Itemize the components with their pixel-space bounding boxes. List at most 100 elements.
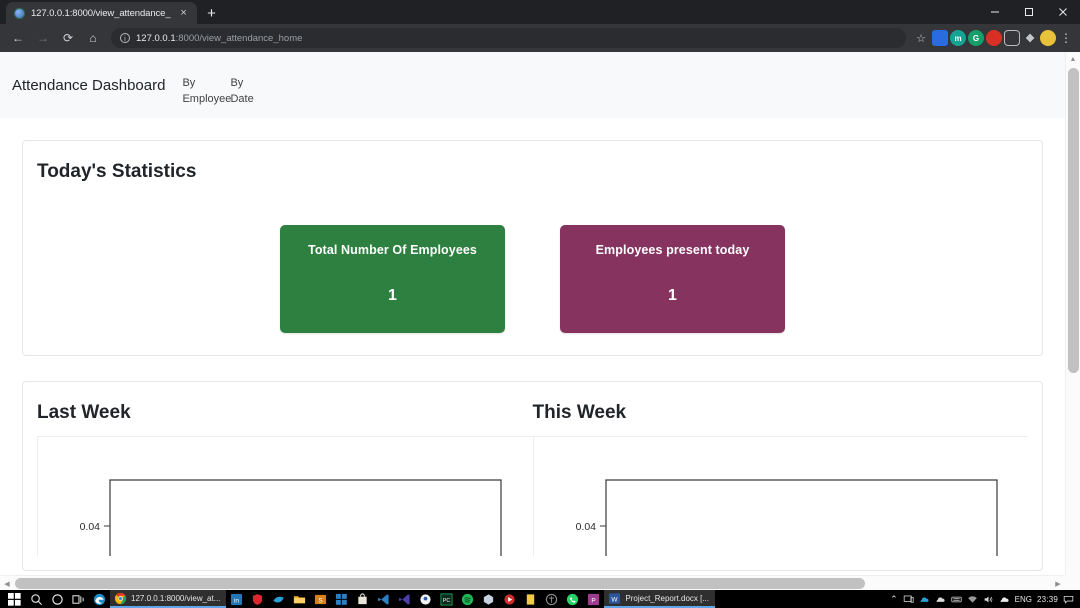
- close-icon[interactable]: ×: [177, 7, 191, 19]
- bag-app-icon[interactable]: [352, 590, 373, 608]
- stat-card-present-today[interactable]: Employees present today 1: [560, 225, 785, 333]
- tray-language[interactable]: ENG: [1015, 595, 1032, 604]
- svg-text:W: W: [612, 596, 619, 603]
- last-week-ytick-0.04: 0.04: [80, 521, 101, 533]
- shield-extension-icon[interactable]: [1004, 30, 1020, 46]
- taskbar-active-task-label: 127.0.0.1:8000/view_at...: [131, 594, 220, 603]
- mail-app-icon[interactable]: [268, 590, 289, 608]
- stat-card-total-employees[interactable]: Total Number Of Employees 1: [280, 225, 505, 333]
- last-week-heading: Last Week: [37, 382, 533, 436]
- grammarly-extension-icon[interactable]: G: [968, 30, 984, 46]
- browser-menu-icon[interactable]: ⋮: [1058, 31, 1074, 45]
- maximize-icon[interactable]: [1012, 0, 1046, 24]
- whatsapp-app-icon[interactable]: [562, 590, 583, 608]
- statistics-heading: Today's Statistics: [23, 141, 1042, 183]
- chrome-icon: [114, 592, 127, 605]
- svg-text:in: in: [234, 597, 239, 604]
- back-icon[interactable]: ←: [6, 26, 30, 50]
- nav-link-by-employee-line2: Employee: [182, 93, 231, 105]
- horizontal-scrollbar[interactable]: ◀ ▶: [0, 575, 1065, 590]
- stat-card-present-today-title: Employees present today: [596, 243, 750, 257]
- home-icon[interactable]: ⌂: [81, 26, 105, 50]
- new-tab-button[interactable]: +: [199, 2, 225, 24]
- record-app-icon[interactable]: [499, 590, 520, 608]
- site-navbar: Attendance Dashboard By Employee By Date: [0, 52, 1065, 118]
- linkedin-app-icon[interactable]: in: [226, 590, 247, 608]
- this-week-chart[interactable]: 0.04: [533, 436, 1029, 556]
- system-tray: ⌃ ENG 23:39: [890, 594, 1078, 605]
- page-title[interactable]: Attendance Dashboard: [12, 77, 165, 94]
- reload-icon[interactable]: ⟳: [56, 26, 80, 50]
- web-page: Attendance Dashboard By Employee By Date…: [0, 52, 1065, 578]
- store-app-icon[interactable]: [331, 590, 352, 608]
- browser-toolbar: ← → ⟳ ⌂ i 127.0.0.1:8000/view_attendance…: [0, 24, 1080, 52]
- puzzle-extension-icon[interactable]: ❖: [1022, 30, 1038, 46]
- nav-link-by-date[interactable]: By Date: [228, 75, 276, 108]
- windows-taskbar: 127.0.0.1:8000/view_at... in S PC P W Pr…: [0, 590, 1080, 608]
- red-circle-extension-icon[interactable]: [986, 30, 1002, 46]
- forward-icon[interactable]: →: [31, 26, 55, 50]
- gem-app-icon[interactable]: [478, 590, 499, 608]
- nav-link-by-employee[interactable]: By Employee: [180, 75, 228, 108]
- stat-card-total-employees-title: Total Number Of Employees: [308, 243, 477, 257]
- navbar-links: By Employee By Date: [180, 63, 276, 108]
- last-week-chart[interactable]: 0.04: [37, 436, 533, 556]
- edge-icon[interactable]: [89, 590, 110, 608]
- start-icon[interactable]: [2, 590, 26, 608]
- window-controls: [978, 0, 1080, 24]
- vscode-insiders-app-icon[interactable]: [394, 590, 415, 608]
- cortana-icon[interactable]: [47, 590, 68, 608]
- todays-statistics-card: Today's Statistics Total Number Of Emplo…: [22, 140, 1043, 356]
- last-week-chart-svg: 0.04: [38, 437, 533, 556]
- cloud-dark-icon[interactable]: [999, 594, 1010, 605]
- tray-chevron-icon[interactable]: ⌃: [890, 594, 898, 605]
- svg-text:PC: PC: [443, 597, 450, 603]
- display-icon[interactable]: [903, 594, 914, 605]
- volume-icon[interactable]: [983, 594, 994, 605]
- search-icon[interactable]: [26, 590, 47, 608]
- powerpoint-app-icon[interactable]: P: [583, 590, 604, 608]
- close-icon[interactable]: [1046, 0, 1080, 24]
- blue-square-extension-icon[interactable]: [932, 30, 948, 46]
- this-week-chart-svg: 0.04: [534, 437, 1029, 556]
- horizontal-scrollbar-thumb[interactable]: [15, 578, 865, 589]
- scroll-right-icon[interactable]: ▶: [1051, 576, 1065, 590]
- keyboard-icon[interactable]: [951, 594, 962, 605]
- nav-link-by-employee-line1: By: [182, 77, 195, 89]
- address-bar[interactable]: i 127.0.0.1:8000/view_attendance_home: [111, 28, 906, 48]
- excel-app-icon[interactable]: S: [310, 590, 331, 608]
- taskbar-active-task-chrome[interactable]: 127.0.0.1:8000/view_at...: [110, 590, 226, 608]
- task-view-icon[interactable]: [68, 590, 89, 608]
- onedrive-blue-icon[interactable]: [919, 594, 930, 605]
- scroll-left-icon[interactable]: ◀: [0, 576, 14, 590]
- tray-clock[interactable]: 23:39: [1037, 595, 1058, 604]
- file-explorer-icon[interactable]: [289, 590, 310, 608]
- compass-app-icon[interactable]: [415, 590, 436, 608]
- notification-icon[interactable]: [1063, 594, 1074, 605]
- mint-circle-extension-icon[interactable]: m: [950, 30, 966, 46]
- weekly-titles-row: Last Week This Week: [37, 382, 1028, 436]
- spotify-app-icon[interactable]: [457, 590, 478, 608]
- weekly-charts-card: Last Week This Week 0.04: [22, 381, 1043, 571]
- shield-app-icon[interactable]: [247, 590, 268, 608]
- nav-link-by-date-line2: Date: [230, 93, 253, 105]
- vertical-scrollbar[interactable]: ▲ ▼: [1065, 52, 1080, 590]
- browser-tab[interactable]: 127.0.0.1:8000/view_attendance_ ×: [6, 2, 197, 24]
- pycharm-app-icon[interactable]: PC: [436, 590, 457, 608]
- bookmark-star-icon[interactable]: ☆: [912, 32, 930, 45]
- site-info-icon[interactable]: i: [120, 33, 130, 43]
- this-week-col: This Week: [533, 382, 1029, 436]
- this-week-ytick-0.04: 0.04: [575, 521, 596, 533]
- vertical-scrollbar-thumb[interactable]: [1068, 68, 1079, 373]
- address-bar-url: 127.0.0.1:8000/view_attendance_home: [136, 33, 302, 44]
- dark-circle-app-icon[interactable]: [541, 590, 562, 608]
- vscode-app-icon[interactable]: [373, 590, 394, 608]
- taskbar-task-word[interactable]: W Project_Report.docx [...: [604, 590, 715, 608]
- notes-app-icon[interactable]: [520, 590, 541, 608]
- statistics-row: Total Number Of Employees 1 Employees pr…: [23, 225, 1042, 333]
- wifi-icon[interactable]: [967, 594, 978, 605]
- scroll-up-icon[interactable]: ▲: [1066, 52, 1080, 67]
- cloud-icon[interactable]: [935, 594, 946, 605]
- profile-avatar[interactable]: [1040, 30, 1056, 46]
- minimize-icon[interactable]: [978, 0, 1012, 24]
